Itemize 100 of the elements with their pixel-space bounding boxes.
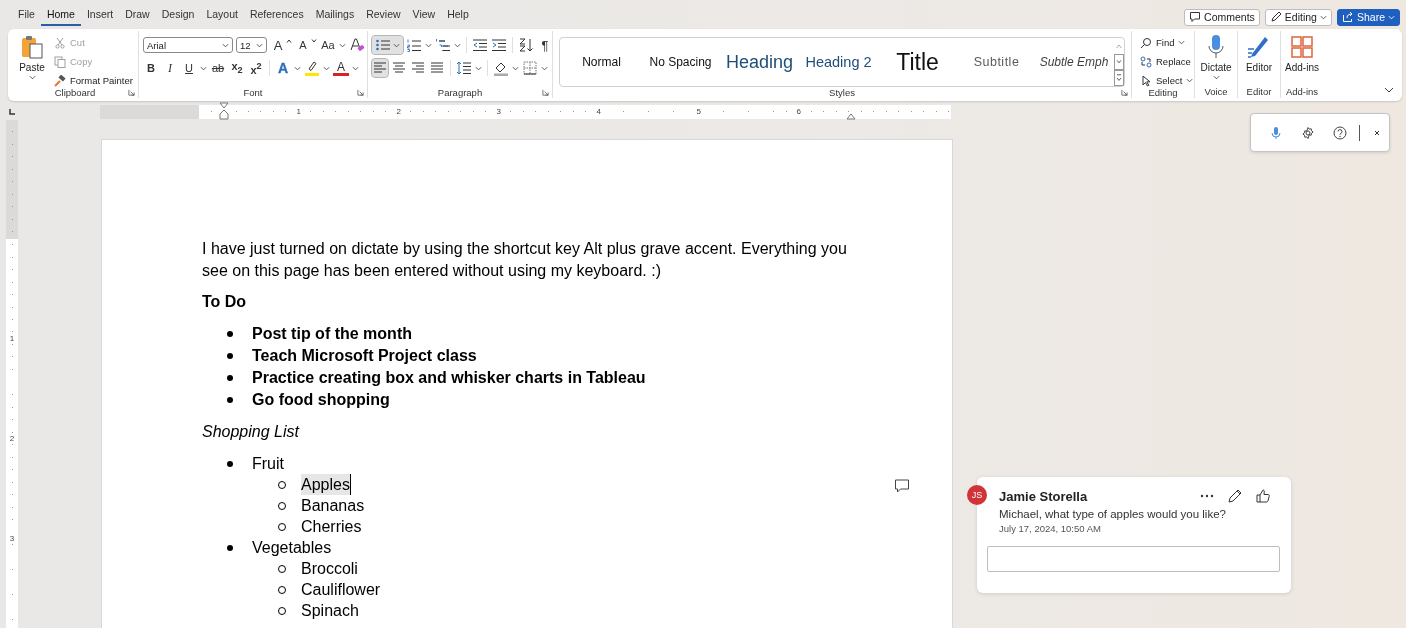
- replace-button[interactable]: Replace: [1140, 53, 1194, 70]
- show-formatting-marks-button[interactable]: ¶: [537, 36, 553, 54]
- bullet-icon: [227, 374, 233, 381]
- align-icon: [410, 60, 426, 76]
- heading-text: To Do: [202, 292, 248, 312]
- indent-marker-icon[interactable]: [219, 101, 229, 120]
- list-item: Broccoli: [301, 559, 358, 579]
- align-button[interactable]: [372, 59, 388, 77]
- dialog-launcher-icon[interactable]: [357, 89, 364, 97]
- group-label: Editor: [1246, 86, 1272, 98]
- dialog-launcher-icon[interactable]: [542, 89, 549, 97]
- select-button[interactable]: Select: [1140, 72, 1194, 89]
- ribbon-tab[interactable]: Mailings: [309, 4, 361, 26]
- add-ins-button[interactable]: Add-ins: [1282, 31, 1322, 73]
- ribbon-tab[interactable]: View: [406, 4, 442, 26]
- paste-button[interactable]: Paste: [16, 31, 48, 80]
- italic-button[interactable]: I: [162, 59, 178, 77]
- format-painter-button[interactable]: Format Painter: [54, 72, 133, 89]
- thumbs-up-icon[interactable]: [1255, 488, 1271, 504]
- shrink-font-button[interactable]: A: [295, 36, 311, 54]
- caret-icon: [323, 65, 330, 71]
- caret-icon: [352, 65, 359, 71]
- caret-icon: [222, 42, 229, 48]
- list-item: Cauliflower: [301, 580, 381, 600]
- microphone-icon[interactable]: [1269, 125, 1283, 140]
- style-option[interactable]: Subtitle: [957, 55, 1036, 69]
- decrease-indent-icon[interactable]: [472, 37, 488, 53]
- style-option[interactable]: Heading 2: [799, 54, 878, 70]
- subscript-button[interactable]: x$_{2}$: [229, 59, 245, 77]
- change-case-button[interactable]: Aa: [320, 36, 336, 54]
- dictate-button[interactable]: Dictate: [1197, 31, 1235, 80]
- list-item: Post tip of the month: [252, 323, 412, 344]
- ribbon-tab[interactable]: Help: [441, 4, 475, 26]
- bulleted-list-icon: [375, 37, 391, 53]
- font-name-dropdown[interactable]: Arial: [143, 37, 233, 53]
- more-styles-icon[interactable]: [1114, 70, 1124, 86]
- grow-font-button[interactable]: A: [270, 36, 286, 54]
- clear-formatting-icon[interactable]: [349, 37, 365, 53]
- numbered-list-icon[interactable]: [406, 37, 422, 53]
- font-color-button[interactable]: A: [333, 60, 349, 76]
- help-icon[interactable]: [1333, 125, 1347, 140]
- settings-icon[interactable]: [1301, 125, 1315, 140]
- share-button[interactable]: Share: [1336, 8, 1400, 26]
- ribbon-tab[interactable]: Draw: [119, 4, 156, 26]
- dialog-launcher-icon[interactable]: [1121, 89, 1128, 96]
- cursor-icon: [1140, 74, 1152, 87]
- ribbon-tab[interactable]: References: [243, 4, 310, 26]
- dialog-launcher-icon[interactable]: [128, 89, 135, 96]
- style-option[interactable]: Normal: [562, 55, 641, 69]
- collapse-ribbon-icon[interactable]: [1384, 87, 1394, 93]
- group-label: Clipboard: [54, 86, 96, 98]
- body-paragraph: I have just turned on dictate by using the shortcut key Alt plus grave accent. Everything you see on this page has been entered without using my keyboard. :): [202, 239, 848, 281]
- pencil-icon[interactable]: [1227, 488, 1243, 504]
- underline-button[interactable]: U: [181, 59, 197, 77]
- reply-field[interactable]: [987, 546, 1280, 572]
- superscript-button[interactable]: x$^{2}$: [248, 59, 264, 77]
- caret-icon: [454, 42, 461, 48]
- sort-icon[interactable]: [518, 37, 534, 53]
- editor-button[interactable]: Editor: [1242, 31, 1276, 73]
- highlighter-icon[interactable]: [304, 60, 320, 76]
- list-item: Go food shopping: [252, 389, 390, 410]
- tab-selector-icon[interactable]: [8, 107, 16, 116]
- ribbon-tab[interactable]: Review: [360, 4, 407, 26]
- indent-marker-icon[interactable]: [846, 111, 856, 120]
- list-item: Cherries: [301, 517, 362, 537]
- comment-icon[interactable]: [894, 478, 910, 494]
- ruler-number: 3: [9, 534, 15, 544]
- ribbon-tab[interactable]: Layout: [200, 4, 244, 26]
- comment-author: Jamie Storella: [999, 488, 1088, 504]
- ribbon-tab[interactable]: Home: [40, 4, 81, 26]
- editing-mode-button[interactable]: Editing: [1264, 8, 1332, 26]
- text-effects-button[interactable]: A: [275, 59, 291, 77]
- ruler-number: 1: [295, 106, 302, 117]
- list-item: Practice creating box and whisker charts in Tableau: [252, 367, 646, 388]
- ruler-number: 5: [695, 106, 702, 117]
- line-spacing-icon[interactable]: [456, 60, 472, 76]
- style-option[interactable]: Title: [878, 48, 957, 76]
- style-option[interactable]: Heading: [720, 51, 799, 73]
- speech-bubble-icon: [1189, 11, 1202, 23]
- bold-button[interactable]: B: [143, 59, 159, 77]
- list-item: Bananas: [301, 496, 365, 516]
- font-size-dropdown[interactable]: 12: [236, 37, 267, 53]
- scroll-down-icon[interactable]: [1114, 54, 1124, 70]
- list-item: Apples: [301, 474, 351, 495]
- comments-button[interactable]: Comments: [1184, 8, 1260, 26]
- find-button[interactable]: Find: [1140, 34, 1194, 51]
- bullet-icon: [227, 352, 233, 359]
- ribbon-tab[interactable]: File: [12, 4, 41, 26]
- ribbon-tab[interactable]: Design: [155, 4, 201, 26]
- align-icon: [391, 60, 407, 76]
- ribbon-tab[interactable]: Insert: [80, 4, 120, 26]
- style-option[interactable]: Subtle Emph: [1036, 55, 1112, 69]
- strikethrough-button[interactable]: ab: [210, 59, 226, 77]
- borders-icon[interactable]: [522, 60, 538, 76]
- shading-icon[interactable]: [493, 60, 509, 76]
- multilevel-list-icon[interactable]: [435, 37, 451, 53]
- increase-indent-icon[interactable]: [491, 37, 507, 53]
- style-option[interactable]: No Spacing: [641, 55, 720, 69]
- copy-icon: [54, 55, 66, 68]
- paintbrush-icon: [54, 74, 66, 87]
